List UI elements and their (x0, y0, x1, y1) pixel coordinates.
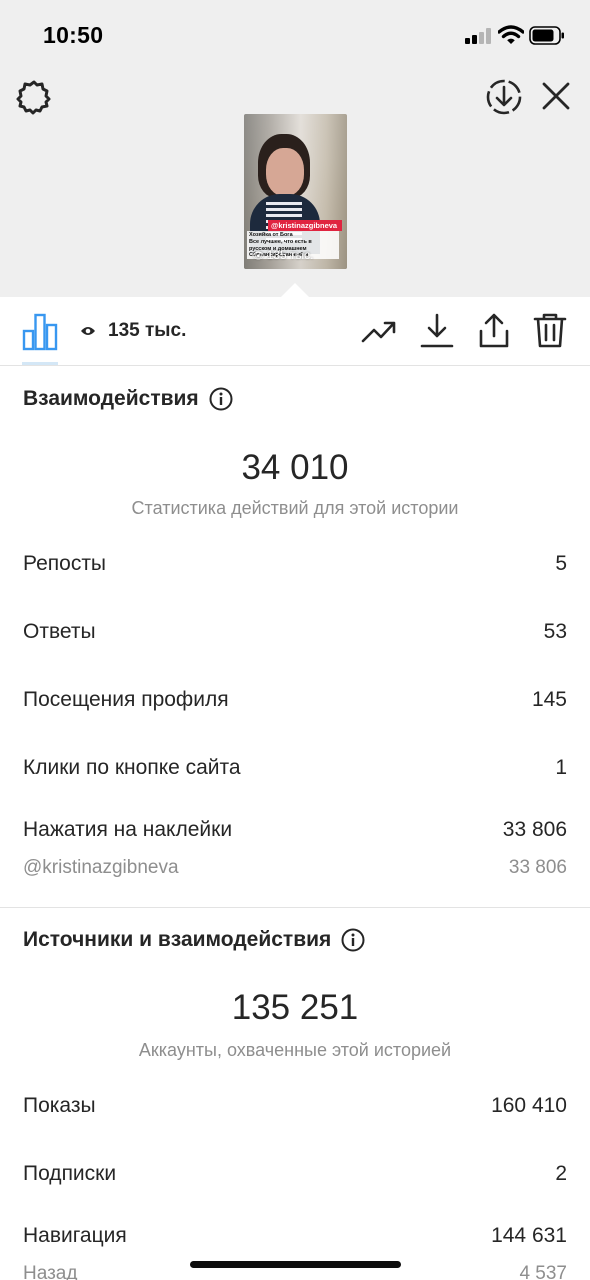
interactions-total: 34 010 (241, 448, 349, 487)
eye-icon (81, 327, 95, 335)
stat-sub-value: 33 806 (508, 857, 567, 878)
stat-value: 145 (531, 688, 567, 711)
stat-value: 160 410 (491, 1094, 567, 1117)
stat-value: 2 (555, 1162, 567, 1185)
discovery-caption: Аккаунты, охваченные этой историей (138, 1040, 452, 1060)
views-count: 135 тыс. (108, 320, 187, 341)
info-icon[interactable] (209, 387, 233, 411)
thumbnail-mention-sticker: @kristinazgibneva (268, 220, 342, 231)
stat-row-replies: Ответы 53 (23, 620, 567, 644)
thumbnail-views: 👁 135 тыс. (252, 248, 314, 262)
stat-label: Навигация (23, 1224, 127, 1247)
stat-label: Подписки (23, 1162, 117, 1185)
active-tab-underline (22, 362, 58, 365)
stat-row-follows: Подписки 2 (23, 1162, 567, 1186)
thumbnail-views-count: 135 тыс. (266, 248, 314, 262)
stat-value: 144 631 (491, 1224, 567, 1247)
gear-icon[interactable] (15, 78, 53, 116)
story-thumbnail[interactable]: @kristinazgibneva Хозяйка от Бога Все лу… (244, 114, 347, 269)
stat-label: Клики по кнопке сайта (23, 756, 241, 779)
stat-label: Ответы (23, 620, 96, 643)
status-time: 10:50 (43, 22, 104, 48)
stat-row-impressions: Показы 160 410 (23, 1094, 567, 1118)
stat-value: 1 (555, 756, 567, 779)
thumbnail-pointer (281, 283, 309, 297)
stat-row-navigation: Навигация 144 631 (23, 1224, 567, 1248)
bar-chart-icon[interactable] (22, 311, 58, 351)
stat-sub-label: Назад (23, 1263, 78, 1280)
stat-value: 53 (543, 620, 567, 643)
stat-label: Репосты (23, 552, 107, 575)
stat-sub-label: @kristinazgibneva (23, 857, 179, 878)
stat-label: Показы (23, 1094, 96, 1117)
stat-row-profile-visits: Посещения профиля 145 (23, 688, 567, 712)
stat-value: 33 806 (502, 818, 567, 841)
info-icon[interactable] (341, 928, 365, 952)
trash-icon[interactable] (531, 311, 569, 349)
stat-value: 5 (555, 552, 567, 575)
stat-row-sticker-taps: Нажатия на наклейки 33 806 (23, 818, 567, 842)
stat-row-website-clicks: Клики по кнопке сайта 1 (23, 756, 567, 780)
discovery-heading: Источники и взаимодействия (23, 928, 365, 952)
stat-row-reposts: Репосты 5 (23, 552, 567, 576)
download-circle-icon[interactable] (485, 78, 523, 116)
discovery-title: Источники и взаимодействия (23, 928, 332, 951)
stat-sub-value: 4 537 (519, 1263, 567, 1280)
stat-label: Нажатия на наклейки (23, 818, 233, 841)
stat-subrow-sticker-mention: @kristinazgibneva 33 806 (23, 857, 567, 879)
thumbnail-person-face (266, 148, 304, 196)
share-icon[interactable] (475, 311, 513, 349)
status-bar: 10:50 (0, 0, 590, 70)
eye-icon: 👁 (252, 251, 265, 262)
home-indicator[interactable] (190, 1261, 401, 1268)
battery-icon (529, 26, 564, 45)
stat-label: Посещения профиля (23, 688, 229, 711)
close-icon[interactable] (540, 80, 572, 112)
interactions-caption: Статистика действий для этой истории (131, 498, 459, 518)
wifi-icon (498, 25, 524, 44)
trending-icon[interactable] (360, 311, 398, 349)
views-summary: 135 тыс. (80, 319, 186, 343)
insights-toolbar: 135 тыс. (0, 297, 590, 366)
cellular-signal-icon (465, 28, 493, 44)
section-divider (0, 907, 590, 908)
interactions-title: Взаимодействия (23, 387, 199, 410)
download-icon[interactable] (418, 311, 456, 349)
discovery-total: 135 251 (231, 988, 359, 1027)
interactions-heading: Взаимодействия (23, 387, 233, 411)
